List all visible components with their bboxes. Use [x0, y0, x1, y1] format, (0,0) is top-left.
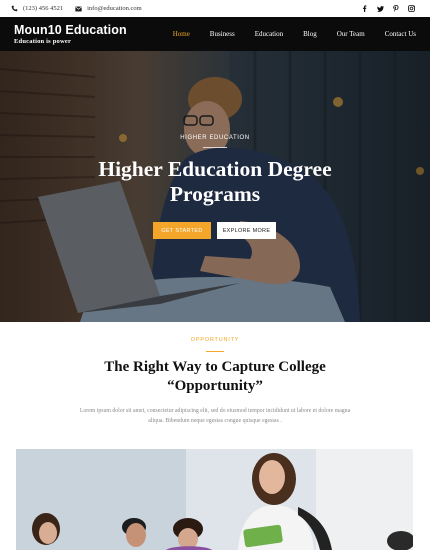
opportunity-description-line-2: aliqua. Bibendum neque egestas congue qu… [148, 418, 282, 424]
opportunity-title: The Right Way to Capture College “Opport… [0, 358, 430, 396]
opportunity-description: Lorem ipsum dolor sit amet, consectetur … [60, 406, 370, 426]
email-contact[interactable]: info@education.com [75, 5, 142, 12]
phone-number: (123) 456 4521 [23, 5, 64, 12]
explore-more-button[interactable]: EXPLORE MORE [217, 222, 276, 239]
hero-kicker-divider [203, 147, 227, 148]
opportunity-title-line-1: The Right Way to Capture College [104, 359, 326, 375]
site-logo[interactable]: Moun10 Education Education is power [14, 23, 127, 45]
nav-menu: Home Business Education Blog Our Team Co… [153, 30, 416, 38]
pinterest-icon[interactable] [388, 5, 404, 12]
site-tagline: Education is power [14, 38, 72, 45]
phone-icon [11, 5, 18, 12]
phone-contact[interactable]: (123) 456 4521 [11, 5, 63, 12]
hero-kicker: HIGHER EDUCATION [180, 135, 250, 141]
nav-item-blog[interactable]: Blog [303, 30, 317, 38]
twitter-icon[interactable] [373, 5, 389, 12]
students-image [16, 449, 413, 550]
get-started-button[interactable]: GET STARTED [153, 222, 211, 239]
nav-item-education[interactable]: Education [255, 30, 283, 38]
opportunity-description-line-1: Lorem ipsum dolor sit amet, consectetur … [79, 408, 351, 414]
opportunity-kicker: OPPORTUNITY [190, 337, 240, 343]
top-contact-bar: (123) 456 4521 info@education.com [0, 0, 430, 17]
nav-item-home[interactable]: Home [173, 30, 190, 38]
envelope-icon [75, 6, 82, 11]
main-navbar: Moun10 Education Education is power Home… [0, 17, 430, 51]
hero-title-line-1: Higher Education Degree [98, 157, 332, 181]
social-links [357, 5, 419, 12]
hero-title-line-2: Programs [169, 182, 261, 206]
nav-item-business[interactable]: Business [210, 30, 235, 38]
site-name: Moun10 Education [14, 23, 127, 37]
facebook-icon[interactable] [357, 5, 373, 12]
hero-title: Higher Education Degree Programs [0, 157, 430, 207]
instagram-icon[interactable] [404, 5, 420, 12]
opportunity-divider [206, 351, 224, 352]
nav-item-our-team[interactable]: Our Team [337, 30, 365, 38]
email-address: info@education.com [87, 5, 142, 12]
hero-section: HIGHER EDUCATION Higher Education Degree… [0, 51, 430, 322]
nav-item-contact-us[interactable]: Contact Us [385, 30, 416, 38]
students-photo [16, 449, 413, 550]
opportunity-title-line-2: “Opportunity” [167, 378, 263, 394]
